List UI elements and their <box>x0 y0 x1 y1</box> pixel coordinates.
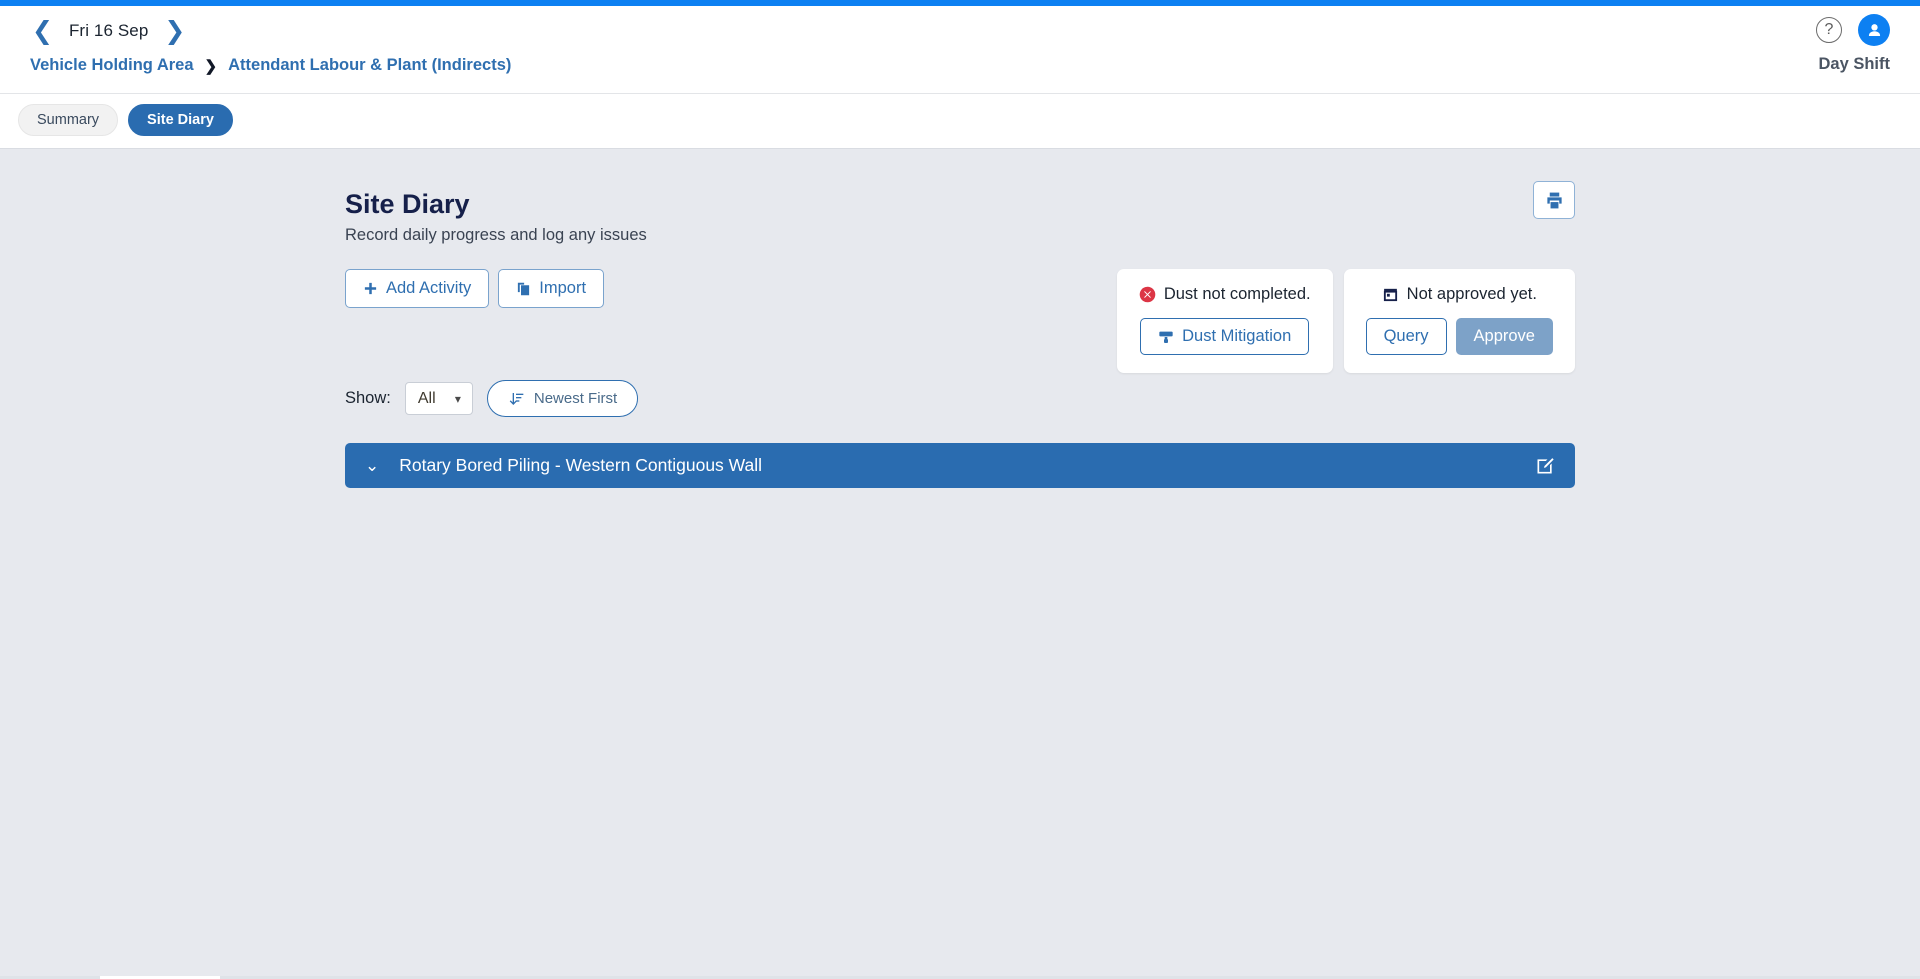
import-button[interactable]: Import <box>498 269 605 308</box>
dust-card-buttons: Dust Mitigation <box>1139 318 1311 355</box>
approval-status-text: Not approved yet. <box>1406 285 1537 303</box>
status-card-group: Dust not completed. Dust Mitigation Not … <box>1116 269 1575 373</box>
main-content: Site Diary Record daily progress and log… <box>0 149 1920 979</box>
shift-label: Day Shift <box>1818 55 1890 73</box>
page-subtitle: Record daily progress and log any issues <box>345 226 647 244</box>
dust-status-line: Dust not completed. <box>1139 285 1311 304</box>
stamp-icon <box>1383 288 1397 302</box>
paint-roller-icon <box>1159 331 1173 343</box>
date-navigator: ❮ Fri 16 Sep ❯ <box>30 6 1890 50</box>
tab-summary[interactable]: Summary <box>18 104 119 136</box>
user-icon <box>1868 23 1880 36</box>
error-circle-icon <box>1139 286 1156 303</box>
breadcrumb-item-1[interactable]: Attendant Labour & Plant (Indirects) <box>228 56 511 75</box>
query-label: Query <box>1383 327 1429 345</box>
approval-status-card: Not approved yet. Query Approve <box>1343 269 1575 373</box>
add-activity-label: Add Activity <box>386 279 472 297</box>
approval-status-line: Not approved yet. <box>1366 285 1553 304</box>
dust-status-card: Dust not completed. Dust Mitigation <box>1116 269 1333 373</box>
page-title: Site Diary <box>345 189 470 219</box>
approval-card-buttons: Query Approve <box>1365 318 1553 355</box>
plus-icon <box>364 282 377 295</box>
dust-mitigation-button[interactable]: Dust Mitigation <box>1140 318 1310 355</box>
approve-button[interactable]: Approve <box>1455 318 1553 355</box>
breadcrumb: Vehicle Holding Area ❯ Attendant Labour … <box>30 50 1890 93</box>
chevron-right-icon: ❯ <box>204 57 218 75</box>
tab-bar: Summary Site Diary <box>0 94 1920 149</box>
chevron-down-icon[interactable]: ⌄ <box>365 457 379 474</box>
show-select-wrapper: All ▾ <box>404 382 473 415</box>
current-date-label: Fri 16 Sep <box>68 21 149 40</box>
copy-icon <box>518 282 530 295</box>
activity-row[interactable]: ⌄ Rotary Bored Piling - Western Contiguo… <box>345 443 1575 488</box>
printer-icon <box>1546 192 1562 208</box>
help-icon[interactable]: ? <box>1816 17 1842 43</box>
show-select[interactable]: All <box>404 382 473 415</box>
query-button[interactable]: Query <box>1365 318 1447 355</box>
header-icon-group: ? <box>1816 14 1890 46</box>
chevron-right-icon[interactable]: ❯ <box>162 18 187 44</box>
tab-site-diary[interactable]: Site Diary <box>128 104 233 136</box>
dust-mitigation-label: Dust Mitigation <box>1182 327 1292 345</box>
sort-order-label: Newest First <box>533 390 618 407</box>
chevron-left-icon[interactable]: ❮ <box>30 18 55 44</box>
content-container: Site Diary Record daily progress and log… <box>345 181 1575 488</box>
avatar[interactable] <box>1858 14 1890 46</box>
print-button[interactable] <box>1533 181 1575 219</box>
header-right-cluster: ? Day Shift <box>1816 14 1890 74</box>
pen-square-icon[interactable] <box>1535 456 1555 476</box>
app-header: ❮ Fri 16 Sep ❯ ? Day Shift Vehicle Holdi… <box>0 6 1920 93</box>
add-activity-button[interactable]: Add Activity <box>345 269 490 308</box>
dust-status-text: Dust not completed. <box>1163 285 1311 303</box>
sort-order-button[interactable]: Newest First <box>486 380 639 417</box>
sort-amount-down-icon <box>509 392 524 405</box>
activity-title: Rotary Bored Piling - Western Contiguous… <box>399 455 763 475</box>
import-label: Import <box>539 279 587 297</box>
filter-row: Show: All ▾ Newest First <box>345 380 1575 417</box>
breadcrumb-item-0[interactable]: Vehicle Holding Area <box>30 56 194 75</box>
show-label: Show: <box>345 389 391 407</box>
